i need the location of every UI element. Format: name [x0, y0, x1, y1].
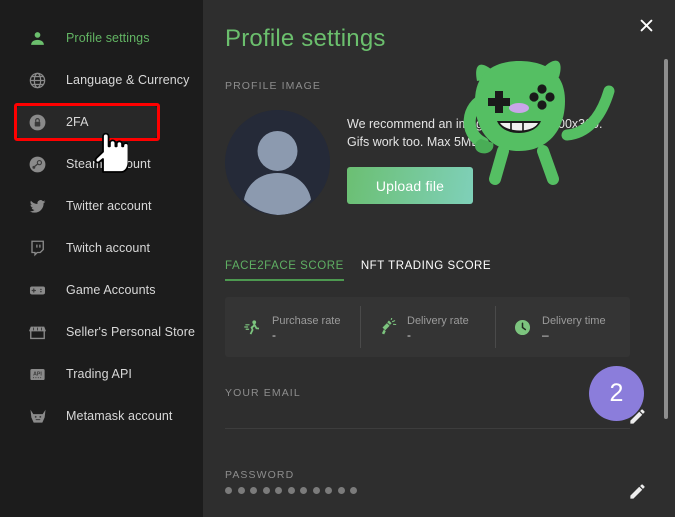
password-masked-value[interactable]	[225, 487, 357, 494]
tab-nft-trading-score[interactable]: NFT TRADING SCORE	[361, 260, 491, 281]
password-dot	[350, 487, 357, 494]
twitter-icon	[27, 196, 48, 217]
store-icon	[27, 322, 48, 343]
twitch-icon	[27, 238, 48, 259]
sidebar-item-label: 2FA	[66, 115, 89, 129]
profile-image-recommendation: We recommend an image of at least 300x30…	[347, 117, 603, 149]
password-dot	[225, 487, 232, 494]
score-cell-delivery-time: Delivery time –	[495, 306, 630, 348]
sidebar-item-label: Seller's Personal Store	[66, 325, 196, 339]
sidebar-item-label: Game Accounts	[66, 283, 156, 297]
close-icon[interactable]	[634, 13, 658, 37]
score-tabs: FACE2FACE SCORE NFT TRADING SCORE	[225, 260, 491, 281]
scrollbar-track[interactable]	[664, 0, 672, 517]
sidebar-item-sellers-personal-store[interactable]: Seller's Personal Store	[0, 316, 203, 348]
profile-settings-dialog: Profile settings Language & Currency 2FA	[0, 0, 675, 517]
sidebar-item-2fa-highlighted[interactable]: 2FA	[0, 106, 160, 138]
sidebar-item-metamask-account[interactable]: Metamask account	[0, 400, 203, 432]
sidebar-item-twitch-account[interactable]: Twitch account	[0, 232, 203, 264]
upload-file-button[interactable]: Upload file	[347, 167, 473, 204]
edit-password-pencil-icon[interactable]	[628, 482, 648, 502]
runner-icon	[242, 317, 262, 337]
step-badge-2: 2	[589, 366, 644, 421]
page-title: Profile settings	[225, 25, 386, 52]
delivery-icon	[377, 317, 397, 337]
sidebar-item-label: Metamask account	[66, 409, 173, 423]
password-dot	[287, 487, 295, 494]
sidebar-item-label: Language & Currency	[66, 73, 190, 87]
email-section-label: YOUR EMAIL	[225, 387, 301, 399]
score-cell-delivery-rate: Delivery rate -	[360, 306, 495, 348]
score-cell-purchase-rate: Purchase rate -	[225, 306, 360, 348]
password-dot	[312, 487, 320, 494]
sidebar-item-twitter-account[interactable]: Twitter account	[0, 190, 203, 222]
password-dot	[237, 487, 245, 494]
metamask-icon	[27, 406, 48, 427]
password-dot	[337, 487, 345, 494]
sidebar-item-profile-settings[interactable]: Profile settings	[0, 22, 203, 54]
password-dot	[300, 487, 307, 494]
scrollbar-thumb[interactable]	[664, 59, 668, 419]
sidebar-item-game-accounts[interactable]: Game Accounts	[0, 274, 203, 306]
lock-icon	[27, 112, 48, 133]
score-label: Delivery rate	[407, 315, 469, 327]
score-value: –	[542, 328, 549, 342]
tab-face2face-score[interactable]: FACE2FACE SCORE	[225, 260, 344, 281]
password-dot	[325, 487, 332, 494]
password-dot	[262, 487, 270, 494]
score-card: Purchase rate - Delivery rate - Delivery…	[225, 297, 630, 357]
sidebar-item-label: Twitter account	[66, 199, 152, 213]
globe-icon	[27, 70, 48, 91]
score-value: -	[407, 328, 411, 342]
person-icon	[27, 28, 48, 49]
sidebar-item-label: Trading API	[66, 367, 132, 381]
score-label: Purchase rate	[272, 315, 341, 327]
password-dot	[275, 487, 282, 494]
settings-main-panel: Profile settings PROFILE IMAGE We recomm…	[203, 0, 675, 517]
sidebar-item-language-currency[interactable]: Language & Currency	[0, 64, 203, 96]
steam-icon	[27, 154, 48, 175]
avatar	[225, 110, 330, 215]
sidebar-item-label: Twitch account	[66, 241, 151, 255]
gamepad-icon	[27, 280, 48, 301]
sidebar-item-steam-account[interactable]: Steam account	[0, 148, 203, 180]
profile-image-section-label: PROFILE IMAGE	[225, 80, 321, 92]
password-dot	[250, 487, 257, 494]
settings-sidebar: Profile settings Language & Currency 2FA	[0, 0, 203, 517]
clock-icon	[512, 317, 532, 337]
sidebar-item-label: Profile settings	[66, 31, 150, 45]
email-field-underline[interactable]	[225, 428, 630, 429]
sidebar-item-trading-api[interactable]: API Trading API	[0, 358, 203, 390]
api-icon: API	[27, 364, 48, 385]
score-value: -	[272, 328, 276, 342]
svg-text:API: API	[33, 371, 42, 377]
password-section-label: PASSWORD	[225, 469, 295, 481]
sidebar-item-label: Steam account	[66, 157, 151, 171]
score-label: Delivery time	[542, 315, 606, 327]
